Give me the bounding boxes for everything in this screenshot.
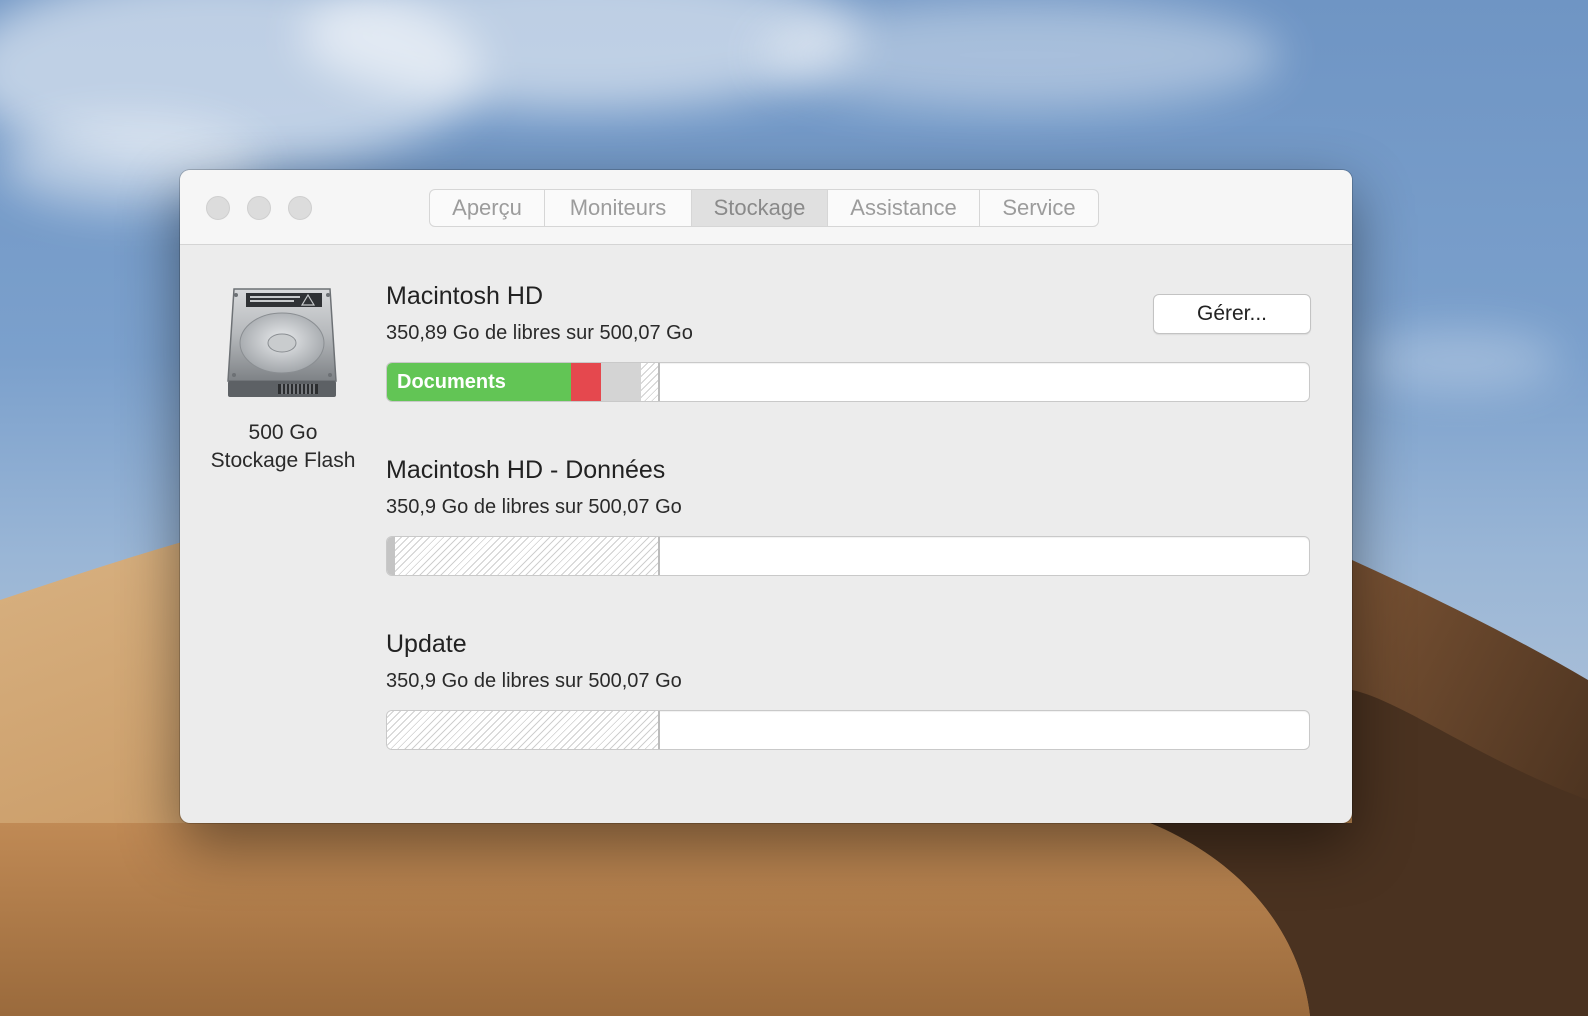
volume-name: Macintosh HD - Données bbox=[386, 456, 666, 484]
volume-update: Update 350,9 Go de libres sur 500,07 Go bbox=[386, 630, 1310, 750]
tab-service[interactable]: Service bbox=[980, 190, 1098, 226]
disk-capacity: 500 Go bbox=[248, 421, 318, 444]
volume-name: Update bbox=[386, 630, 467, 658]
disk-caption: 500 Go Stockage Flash bbox=[198, 419, 368, 475]
titlebar: Aperçu Moniteurs Stockage Assistance Ser… bbox=[180, 170, 1352, 245]
tab-bar: Aperçu Moniteurs Stockage Assistance Ser… bbox=[429, 189, 1099, 227]
volume-space-info: 350,89 Go de libres sur 500,07 Go bbox=[386, 322, 693, 344]
purgeable-segment[interactable] bbox=[641, 363, 660, 401]
storage-pane: 500 Go Stockage Flash Gérer... Macintosh… bbox=[180, 245, 1352, 823]
volume-name: Macintosh HD bbox=[386, 282, 543, 310]
apps-segment[interactable] bbox=[571, 363, 601, 401]
zoom-window-button[interactable] bbox=[288, 196, 312, 220]
documents-segment[interactable]: Documents bbox=[387, 363, 571, 401]
close-window-button[interactable] bbox=[206, 196, 230, 220]
tab-assistance[interactable]: Assistance bbox=[828, 190, 980, 226]
hard-drive-icon bbox=[227, 288, 337, 397]
volume-macintosh-hd: Macintosh HD 350,89 Go de libres sur 500… bbox=[386, 282, 1310, 402]
minimize-window-button[interactable] bbox=[247, 196, 271, 220]
storage-usage-bar[interactable] bbox=[386, 536, 1310, 576]
storage-usage-bar[interactable]: Documents bbox=[386, 362, 1310, 402]
other-segment[interactable] bbox=[601, 363, 641, 401]
disk-type: Stockage Flash bbox=[210, 449, 356, 472]
window-controls bbox=[206, 196, 312, 220]
storage-usage-bar[interactable] bbox=[386, 710, 1310, 750]
system-segment[interactable] bbox=[387, 537, 395, 575]
volume-space-info: 350,9 Go de libres sur 500,07 Go bbox=[386, 670, 682, 692]
tab-moniteurs[interactable]: Moniteurs bbox=[545, 190, 692, 226]
volume-space-info: 350,9 Go de libres sur 500,07 Go bbox=[386, 496, 682, 518]
system-info-window: Aperçu Moniteurs Stockage Assistance Ser… bbox=[180, 170, 1352, 823]
tab-apercu[interactable]: Aperçu bbox=[430, 190, 545, 226]
purgeable-segment[interactable] bbox=[395, 537, 660, 575]
tab-stockage[interactable]: Stockage bbox=[692, 190, 828, 226]
purgeable-segment[interactable] bbox=[387, 711, 660, 749]
volume-macintosh-hd-donnees: Macintosh HD - Données 350,9 Go de libre… bbox=[386, 456, 1310, 576]
